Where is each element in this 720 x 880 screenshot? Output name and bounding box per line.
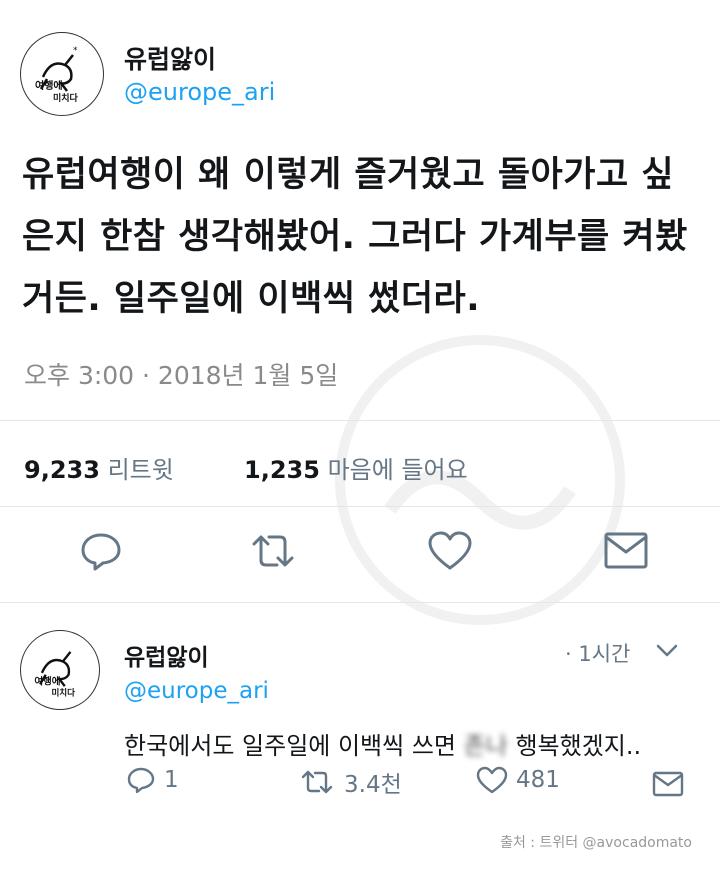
censored-word: 존나 [463,732,508,760]
reply-text-before: 한국에서도 일주일에 이백씩 쓰면 [124,732,464,760]
tweet-timestamp[interactable]: 오후 3:00 · 2018년 1월 5일 [24,356,338,392]
message-icon[interactable] [652,770,684,798]
reply-text-after: 행복했겠지.. [507,732,642,760]
reply-user-handle[interactable]: @europe_ari [124,678,269,704]
user-name[interactable]: 유럽앓이 [124,40,216,76]
avatar-text-2: 미치다 [53,92,79,104]
heart-icon [476,766,508,794]
like-stat[interactable]: 1,235 마음에 들어요 [244,450,468,485]
retweet-count-action[interactable]: 3.4천 [298,765,402,799]
chevron-down-icon[interactable] [654,641,680,661]
reply-icon [127,767,155,794]
reply-text: 한국에서도 일주일에 이백씩 쓰면 존나 행복했겠지.. [124,726,641,761]
retweet-icon[interactable] [245,528,301,574]
avatar[interactable]: * 여행에 미치다 [20,32,104,116]
reply-icon[interactable] [78,528,124,574]
like-count-action[interactable]: 481 [476,765,560,795]
reply-avatar[interactable]: 여행에 미치다 [20,630,100,710]
reply-count-action[interactable]: 1 [126,765,179,795]
divider [0,506,720,507]
heart-icon[interactable] [426,528,474,574]
like-label: 마음에 들어요 [327,456,468,484]
avatar-text-1: 여행에 [35,79,63,92]
reply-avatar-text-2: 미치다 [51,687,75,699]
like-count: 1,235 [244,456,320,484]
retweet-count: 9,233 [24,456,100,484]
reply-user-name[interactable]: 유럽앓이 [124,638,209,672]
svg-text:*: * [73,46,78,56]
retweet-label: 리트윗 [107,456,174,484]
divider [0,602,720,603]
tweet-text: 유럽여행이 왜 이렇게 즐거웠고 돌아가고 싶은지 한참 생각해봤어. 그러다 … [22,155,688,319]
message-icon[interactable] [603,530,649,572]
divider [0,420,720,421]
reply-time[interactable]: · 1시간 [565,638,630,668]
retweet-stat[interactable]: 9,233 리트윗 [24,450,174,485]
reply-count: 1 [164,767,179,793]
retweet-count-reply: 3.4천 [344,772,402,798]
reply-avatar-text-1: 여행에 [34,675,60,687]
user-handle[interactable]: @europe_ari [124,78,275,106]
source-credit: 출처 : 트위터 @avocadomato [500,835,692,851]
like-count-reply: 481 [516,767,560,793]
retweet-icon [301,770,333,794]
